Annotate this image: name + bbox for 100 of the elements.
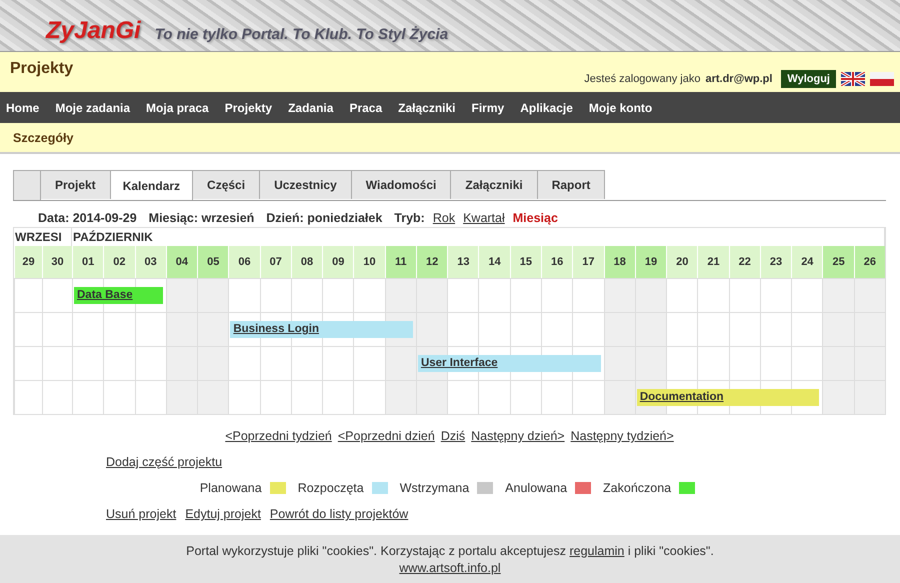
tab[interactable]: Raport bbox=[538, 170, 606, 199]
day-cell bbox=[604, 278, 635, 312]
day-cell bbox=[260, 278, 291, 312]
site-logo[interactable]: ZyJanGi bbox=[46, 17, 141, 45]
day-cell bbox=[697, 278, 729, 312]
day-cell bbox=[228, 346, 260, 380]
day-cell bbox=[510, 278, 542, 312]
nav-link[interactable]: Moja praca bbox=[146, 100, 209, 114]
day-cell bbox=[728, 346, 760, 380]
day-cell bbox=[541, 278, 572, 312]
day-cell bbox=[384, 346, 416, 380]
flag-icon[interactable] bbox=[841, 72, 865, 86]
action-link[interactable]: Powrót do listy projektów bbox=[270, 507, 408, 521]
legend-label: Zakończona bbox=[603, 481, 672, 495]
day-cell bbox=[666, 346, 698, 380]
nav-link[interactable]: Home bbox=[6, 100, 40, 114]
day-header: 23 bbox=[760, 246, 792, 278]
mode-label: Tryb: bbox=[394, 211, 425, 225]
day-header: 09 bbox=[322, 246, 354, 278]
day-cell bbox=[322, 346, 354, 380]
legend-label: Anulowana bbox=[505, 481, 568, 495]
day-header: 04 bbox=[166, 246, 198, 278]
pager-link[interactable]: <Poprzedni tydzień bbox=[225, 429, 332, 443]
day-cell bbox=[478, 278, 510, 312]
day-cell bbox=[322, 278, 354, 312]
section-title: Szczegóły bbox=[13, 130, 74, 144]
cookie-notice: Portal wykorzystuje pliki "cookies". Korzystając z portalu akceptujesz regulamin i pliki "cookies". bbox=[186, 544, 714, 558]
day-cell bbox=[478, 312, 510, 346]
flag-icon[interactable] bbox=[870, 72, 894, 86]
day-cell bbox=[416, 312, 448, 346]
nav-link[interactable]: Praca bbox=[349, 100, 382, 114]
tab[interactable]: Wiadomości bbox=[352, 170, 452, 199]
page-title: Projekty bbox=[10, 60, 74, 78]
legend-label: Rozpoczęta bbox=[298, 481, 364, 495]
mode-link[interactable]: Miesiąc bbox=[512, 211, 558, 225]
day-cell bbox=[166, 312, 198, 346]
day-cell bbox=[290, 278, 322, 312]
tab[interactable]: Projekt bbox=[41, 170, 111, 199]
day-cell bbox=[290, 346, 322, 380]
day-header: 05 bbox=[197, 246, 228, 278]
day-header: 25 bbox=[822, 246, 854, 278]
info-label: Data: 2014-09-29 bbox=[38, 211, 137, 225]
pager-link[interactable]: <Poprzedni dzień bbox=[338, 429, 435, 443]
tab[interactable]: Uczestnicy bbox=[260, 170, 352, 199]
action-link[interactable]: Edytuj projekt bbox=[185, 507, 261, 521]
info-label: Miesiąc: wrzesień bbox=[148, 211, 254, 225]
day-header: 07 bbox=[260, 246, 291, 278]
site-tagline: To nie tylko Portal. To Klub. To Styl Życia bbox=[154, 26, 448, 45]
tab[interactable]: Kalendarz bbox=[110, 170, 194, 200]
day-cell bbox=[728, 312, 760, 346]
task-bar[interactable]: Data Base bbox=[74, 286, 163, 304]
day-cell bbox=[822, 312, 854, 346]
terms-link[interactable]: regulamin bbox=[569, 544, 624, 558]
day-cell bbox=[728, 278, 760, 312]
day-header: 30 bbox=[42, 246, 72, 278]
day-cell bbox=[384, 278, 416, 312]
day-cell bbox=[42, 312, 72, 346]
day-cell bbox=[447, 312, 478, 346]
pager-link[interactable]: Następny tydzień> bbox=[570, 429, 674, 443]
logout-button[interactable]: Wyloguj bbox=[781, 70, 836, 88]
day-header: 08 bbox=[290, 246, 322, 278]
mode-link[interactable]: Rok bbox=[432, 211, 456, 225]
day-cell bbox=[791, 312, 822, 346]
day-cell bbox=[260, 346, 291, 380]
day-cell bbox=[353, 278, 385, 312]
tab[interactable]: Części bbox=[193, 170, 260, 199]
day-cell bbox=[510, 312, 542, 346]
nav-link[interactable]: Zadania bbox=[288, 100, 334, 114]
nav-link[interactable]: Moje zadania bbox=[55, 100, 130, 114]
action-link[interactable]: Usuń projekt bbox=[106, 507, 176, 521]
day-header: 10 bbox=[353, 246, 385, 278]
day-cell bbox=[760, 346, 792, 380]
nav-link[interactable]: Firmy bbox=[472, 100, 504, 114]
day-cell bbox=[228, 278, 260, 312]
pager-link[interactable]: Następny dzień> bbox=[471, 429, 565, 443]
day-header: 15 bbox=[510, 246, 542, 278]
task-bar[interactable]: Business Login bbox=[230, 320, 413, 338]
day-cell bbox=[572, 312, 604, 346]
site-link[interactable]: www.artsoft.info.pl bbox=[399, 560, 501, 574]
day-header: 11 bbox=[384, 246, 416, 278]
add-part-link[interactable]: Dodaj część projektu bbox=[106, 455, 222, 469]
nav-link[interactable]: Projekty bbox=[224, 100, 272, 114]
day-cell bbox=[353, 346, 385, 380]
day-cell bbox=[572, 278, 604, 312]
day-header: 29 bbox=[14, 246, 42, 278]
tab[interactable]: Załączniki bbox=[451, 170, 538, 199]
day-cell bbox=[791, 346, 822, 380]
day-cell bbox=[197, 312, 228, 346]
nav-link[interactable]: Załączniki bbox=[398, 100, 456, 114]
nav-link[interactable]: Aplikacje bbox=[520, 100, 573, 114]
task-bar[interactable]: Documentation bbox=[636, 388, 820, 406]
mode-link[interactable]: Kwartał bbox=[463, 211, 505, 225]
task-bar[interactable]: User Interface bbox=[418, 354, 601, 372]
day-header: 26 bbox=[854, 246, 885, 278]
info-label: Dzień: poniedziałek bbox=[266, 211, 382, 225]
nav-link[interactable]: Moje konto bbox=[588, 100, 652, 114]
pager-link[interactable]: Dziś bbox=[440, 429, 466, 443]
day-header: 17 bbox=[572, 246, 604, 278]
day-header: 24 bbox=[791, 246, 822, 278]
day-header: 18 bbox=[604, 246, 635, 278]
